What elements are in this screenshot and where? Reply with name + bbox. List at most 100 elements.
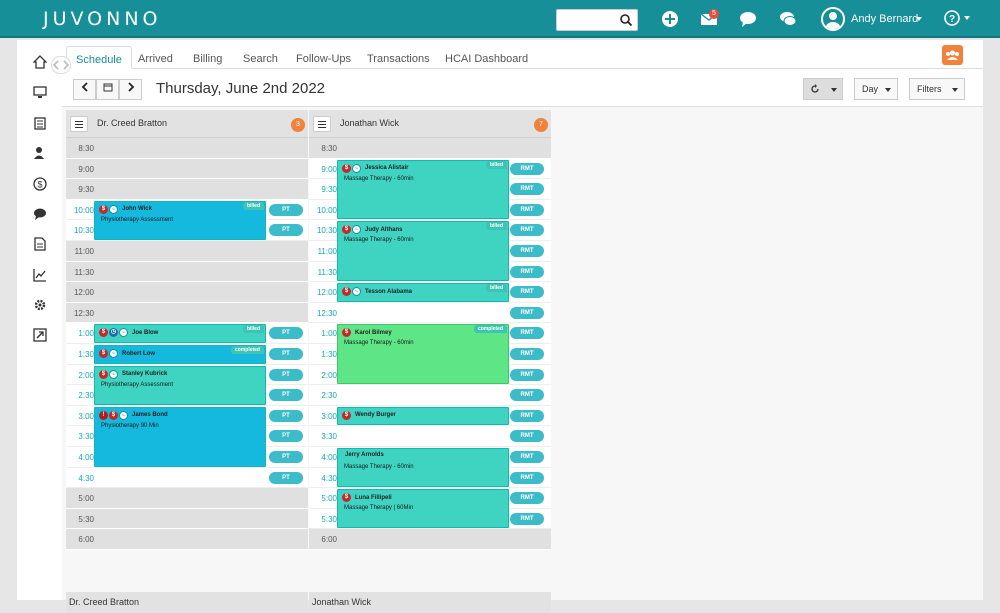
book-slot-button[interactable]: PT xyxy=(269,409,303,422)
appointment-card[interactable]: $ ~ John Wick Physiotherapy Assessment bille… xyxy=(94,200,266,240)
appointment-card[interactable]: $ ◷ ~ Joe Blow billed xyxy=(94,324,266,343)
time-slot[interactable]: 8:30 xyxy=(309,138,551,159)
conversations-icon[interactable] xyxy=(779,10,797,28)
appointment-card[interactable]: $ ~ Judy Althans Massage Therapy - 60min bil… xyxy=(337,221,509,282)
book-slot-button[interactable]: PT xyxy=(269,327,303,340)
book-slot-button[interactable]: RMT xyxy=(510,265,544,278)
time-slot[interactable]: 4:30 PT xyxy=(66,467,308,489)
dollar-icon[interactable]: $ xyxy=(33,177,47,191)
book-slot-button[interactable]: PT xyxy=(269,203,303,216)
time-label: 11:30 xyxy=(317,267,337,277)
book-slot-button[interactable]: RMT xyxy=(510,203,544,216)
add-icon[interactable] xyxy=(661,10,679,28)
appointment-card[interactable]: Jerry Arnolds Massage Therapy - 60min xyxy=(337,448,509,488)
users-icon[interactable] xyxy=(33,146,47,160)
comment-icon[interactable] xyxy=(33,207,47,221)
book-slot-button[interactable]: RMT xyxy=(510,451,544,463)
column-header: Jonathan Wick 7 xyxy=(309,110,551,138)
book-slot-button[interactable]: RMT xyxy=(510,162,544,175)
external-link-icon[interactable] xyxy=(33,328,47,342)
filters-button[interactable]: Filters xyxy=(909,78,965,100)
book-slot-button[interactable]: RMT xyxy=(510,389,544,402)
book-slot-button[interactable]: PT xyxy=(269,451,303,463)
recurring-icon: ~ xyxy=(109,369,118,379)
recurring-icon: ~ xyxy=(109,204,118,214)
appointment-card[interactable]: ! $ ~ James Bond Physiotherapy 90 Min xyxy=(94,406,266,467)
time-slot[interactable]: 3:30 RMT xyxy=(309,426,551,447)
book-slot-button[interactable]: RMT xyxy=(510,348,544,360)
book-slot-button[interactable]: PT xyxy=(269,389,303,402)
time-slot[interactable]: 6:00 xyxy=(66,529,308,550)
appointment-card[interactable]: $ ~ Tesson Alabama billed xyxy=(337,283,509,302)
team-view-button[interactable] xyxy=(942,45,963,65)
book-slot-button[interactable]: RMT xyxy=(510,471,544,484)
time-slot[interactable]: 5:00 xyxy=(66,488,308,509)
tab-schedule[interactable]: Schedule xyxy=(66,46,132,69)
clipboard-icon[interactable] xyxy=(33,116,47,130)
time-slot[interactable]: 12:00 xyxy=(66,282,308,303)
time-slot[interactable]: 9:00 xyxy=(66,158,308,180)
view-select[interactable]: Day xyxy=(854,78,898,100)
time-label: 12:30 xyxy=(316,308,337,318)
book-slot-button[interactable]: PT xyxy=(269,430,303,443)
time-slot[interactable]: 2:30 RMT xyxy=(309,385,551,406)
book-slot-button[interactable]: PT xyxy=(269,471,303,484)
tab-follow-ups[interactable]: Follow-Ups xyxy=(287,46,360,69)
column-menu-button[interactable] xyxy=(70,116,88,132)
time-slot[interactable]: 11:00 xyxy=(66,241,308,262)
book-slot-button[interactable]: PT xyxy=(269,348,303,360)
time-slot[interactable]: 5:30 xyxy=(66,508,308,530)
chevron-right-icon xyxy=(127,82,134,92)
document-icon[interactable] xyxy=(33,237,47,251)
app-logo[interactable]: JUVONNO xyxy=(43,8,162,30)
monitor-icon[interactable] xyxy=(33,85,47,99)
appointment-card[interactable]: $ ~ Jessica Alistair Massage Therapy - 60mi… xyxy=(337,159,509,220)
book-slot-button[interactable]: RMT xyxy=(510,430,544,443)
book-slot-button[interactable]: RMT xyxy=(510,512,544,525)
book-slot-button[interactable]: RMT xyxy=(510,492,544,505)
book-slot-button[interactable]: RMT xyxy=(510,224,544,237)
refresh-button[interactable] xyxy=(803,78,843,100)
home-icon[interactable] xyxy=(33,55,47,69)
help-icon[interactable]: ? xyxy=(944,10,960,26)
search-icon[interactable] xyxy=(619,11,633,29)
book-slot-button[interactable]: PT xyxy=(269,368,303,381)
time-label: 3:00 xyxy=(321,411,337,421)
book-slot-button[interactable]: RMT xyxy=(510,409,544,422)
chat-icon[interactable] xyxy=(739,10,757,28)
tab-search[interactable]: Search xyxy=(234,46,287,69)
appointment-card[interactable]: $ ~ Robert Low completed xyxy=(94,345,266,364)
time-slot[interactable]: 8:30 xyxy=(66,138,308,159)
time-slot[interactable]: 6:00 xyxy=(309,529,551,550)
tab-hcai-dashboard[interactable]: HCAI Dashboard xyxy=(436,46,537,69)
time-slot[interactable]: 12:30 RMT xyxy=(309,302,551,324)
book-slot-button[interactable]: RMT xyxy=(510,327,544,340)
book-slot-button[interactable]: RMT xyxy=(510,245,544,257)
tab-arrived[interactable]: Arrived xyxy=(129,46,182,69)
appointment-card[interactable]: $ Wendy Burger xyxy=(337,406,509,426)
appointment-card[interactable]: $ ~ Stanley Kubrick Physiotherapy Assessmen… xyxy=(94,365,266,405)
book-slot-button[interactable]: PT xyxy=(269,224,303,237)
sidebar-collapse-button[interactable] xyxy=(51,56,71,74)
next-day-button[interactable] xyxy=(119,79,142,100)
time-slot[interactable]: 12:30 xyxy=(66,302,308,324)
search-input[interactable] xyxy=(556,9,638,31)
appointment-card[interactable]: $ Karol Bilmey Massage Therapy - 60min comp… xyxy=(337,324,509,385)
calendar-button[interactable] xyxy=(96,79,119,100)
chart-icon[interactable] xyxy=(33,268,47,282)
prev-day-button[interactable] xyxy=(73,79,96,100)
book-slot-button[interactable]: RMT xyxy=(510,306,544,319)
dollar-icon: $ xyxy=(342,225,351,235)
book-slot-button[interactable]: RMT xyxy=(510,286,544,299)
tab-transactions[interactable]: Transactions xyxy=(358,46,439,69)
column-menu-button[interactable] xyxy=(313,116,331,132)
book-slot-button[interactable]: RMT xyxy=(510,368,544,381)
time-slot[interactable]: 11:30 xyxy=(66,261,308,283)
book-slot-button[interactable]: RMT xyxy=(510,183,544,196)
appointment-card[interactable]: $ Luna Fillipeli Massage Therapy | 60Min xyxy=(337,489,509,529)
tab-billing[interactable]: Billing xyxy=(184,46,231,69)
time-label: 3:30 xyxy=(321,432,337,442)
time-slot[interactable]: 9:30 xyxy=(66,179,308,200)
gear-icon[interactable] xyxy=(33,298,47,312)
help-menu[interactable]: ? xyxy=(944,10,970,29)
